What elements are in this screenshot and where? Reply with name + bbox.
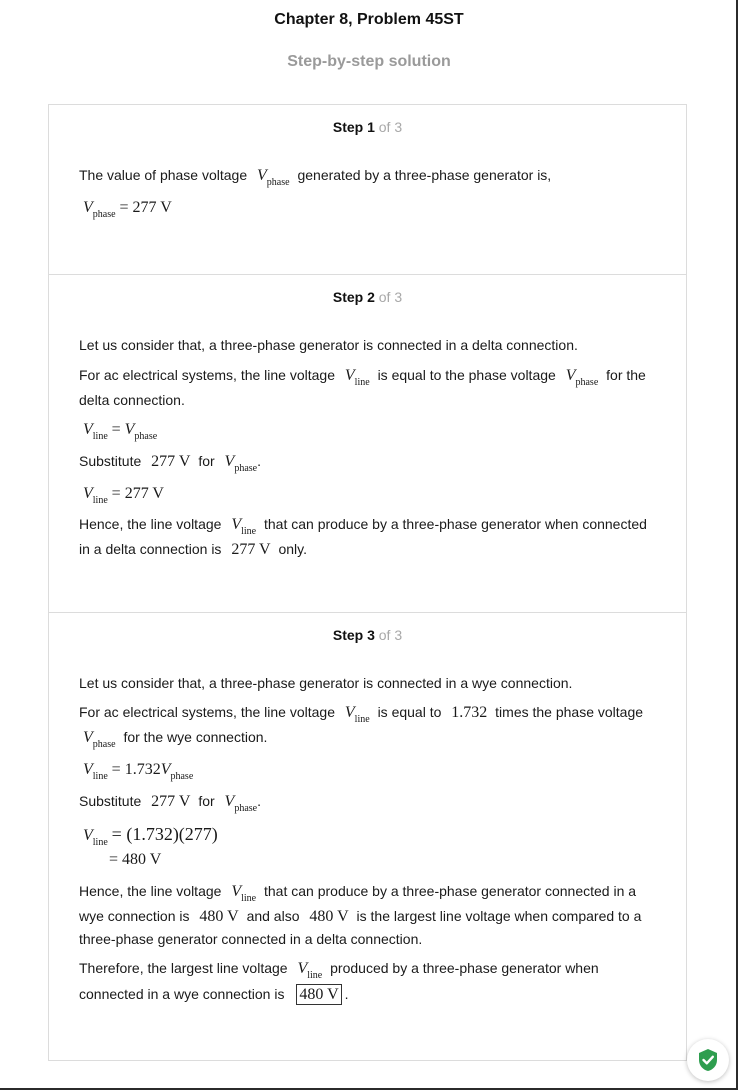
step-1-equation: Vphase = 277 V — [83, 199, 172, 220]
step-3-hence-2: wye connection is 480 V and also 480 V i… — [79, 908, 642, 925]
shield-check-icon — [699, 1049, 717, 1071]
step-of: of 3 — [378, 119, 403, 135]
step-3-equation-1: Vline = 1.732Vphase — [83, 761, 194, 782]
step-2-hence-1: Hence, the line voltage Vline that can p… — [79, 516, 647, 537]
step-of: of 3 — [378, 289, 403, 305]
step-label: Step 3 — [332, 627, 375, 643]
step-1: Step 1 of 3 The value of phase voltage V… — [49, 105, 686, 274]
step-label: Step 1 — [332, 119, 375, 135]
step-1-line-1: The value of phase voltage Vphase genera… — [79, 167, 552, 188]
step-2-line-1: Let us consider that, a three-phase gene… — [79, 337, 578, 353]
security-badge[interactable] — [687, 1039, 729, 1081]
step-2-line-2: For ac electrical systems, the line volt… — [79, 367, 646, 388]
step-3-substitute: Substitute 277 V for Vphase. — [79, 793, 261, 814]
step-2-equation-1: Vline = Vphase — [83, 421, 158, 442]
step-3-line-2: For ac electrical systems, the line volt… — [79, 704, 644, 725]
step-2-line-3: delta connection. — [79, 392, 185, 408]
step-2: Step 2 of 3 Let us consider that, a thre… — [49, 274, 686, 612]
step-3-equation-2: Vline = (1.732)(277) — [83, 824, 218, 848]
step-3-header: Step 3 of 3 — [49, 627, 686, 643]
step-3-therefore-2: connected in a wye connection is 480 V. — [79, 984, 349, 1005]
step-3-therefore-1: Therefore, the largest line voltage Vlin… — [79, 960, 599, 981]
page-title: Chapter 8, Problem 45ST — [274, 11, 464, 28]
page-subtitle: Step-by-step solution — [287, 53, 451, 70]
step-3-line-3: Vphase for the wye connection. — [83, 729, 268, 750]
step-2-hence-2: in a delta connection is 277 V only. — [79, 541, 308, 558]
step-2-header: Step 2 of 3 — [49, 289, 686, 305]
step-label: Step 2 — [332, 289, 375, 305]
step-of: of 3 — [378, 627, 403, 643]
step-2-equation-2: Vline = 277 V — [83, 485, 164, 506]
step-3-equation-3: = 480 V — [109, 851, 162, 868]
step-3-hence-1: Hence, the line voltage Vline that can p… — [79, 883, 637, 904]
step-3-hence-3: three-phase generator connected in a del… — [79, 931, 423, 947]
step-2-substitute: Substitute 277 V for Vphase. — [79, 453, 261, 474]
solution-card: Step 1 of 3 The value of phase voltage V… — [48, 104, 687, 1061]
step-1-header: Step 1 of 3 — [49, 119, 686, 135]
final-answer-box: 480 V — [296, 984, 342, 1005]
step-3-line-1: Let us consider that, a three-phase gene… — [79, 675, 573, 691]
step-3: Step 3 of 3 Let us consider that, a thre… — [49, 612, 686, 1062]
